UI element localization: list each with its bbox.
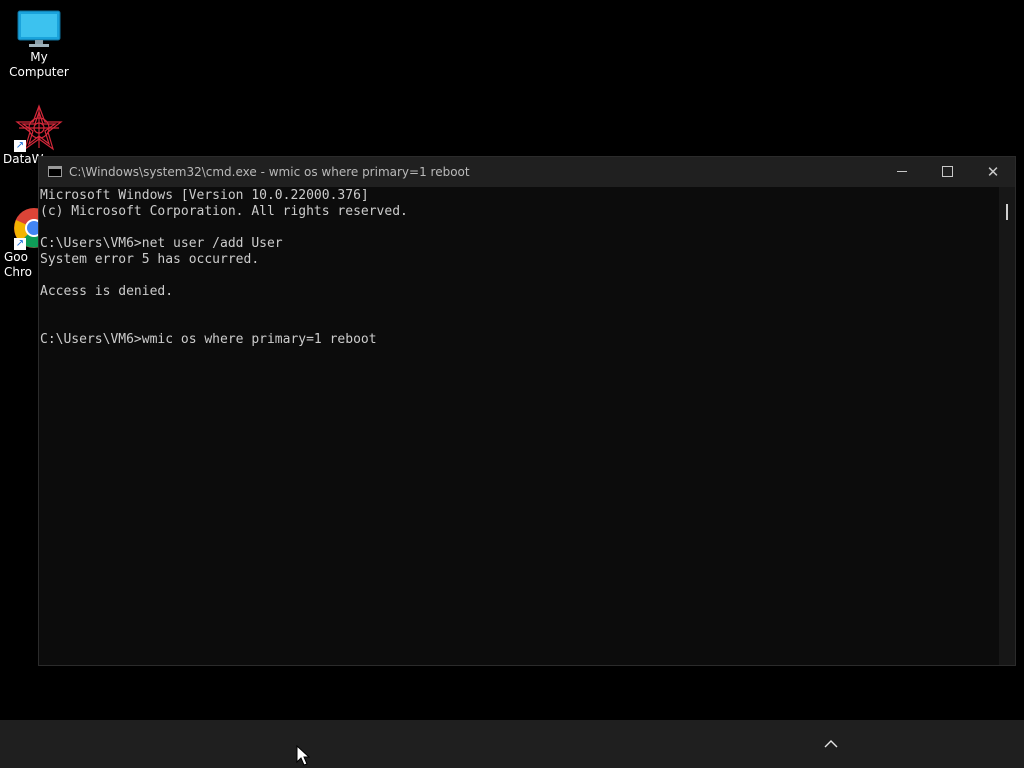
console-line: System error 5 has occurred.	[40, 252, 260, 267]
desktop-icon-my-computer[interactable]: My Computer	[0, 8, 78, 80]
console-line: Access is denied.	[40, 284, 174, 299]
console-output[interactable]: Microsoft Windows [Version 10.0.22000.37…	[39, 187, 1001, 665]
desktop-icon-label: My Computer	[9, 50, 69, 79]
mouse-cursor-icon	[296, 745, 310, 766]
taskbar	[0, 720, 1024, 768]
minimize-icon	[897, 171, 907, 172]
maximize-icon	[941, 166, 953, 177]
console-line: C:\Users\VM6>wmic os where primary=1 reb…	[40, 332, 377, 347]
shortcut-arrow-icon: ↗	[14, 238, 26, 250]
cmd-window[interactable]: C:\Windows\system32\cmd.exe - wmic os wh…	[38, 156, 1016, 666]
close-button[interactable]: ✕	[970, 157, 1016, 187]
shortcut-arrow-icon: ↗	[14, 140, 26, 152]
console-line: Microsoft Windows [Version 10.0.22000.37…	[40, 188, 369, 203]
chevron-up-icon[interactable]	[823, 736, 839, 752]
console-line: C:\Users\VM6>net user /add User	[40, 236, 283, 251]
scrollbar-thumb[interactable]	[1006, 204, 1008, 220]
close-icon: ✕	[986, 163, 1000, 181]
console-line: (c) Microsoft Corporation. All rights re…	[40, 204, 408, 219]
monitor-icon	[17, 10, 61, 47]
title-bar[interactable]: C:\Windows\system32\cmd.exe - wmic os wh…	[39, 157, 1015, 187]
window-title: C:\Windows\system32\cmd.exe - wmic os wh…	[69, 165, 470, 179]
maximize-button[interactable]	[924, 157, 970, 187]
cmd-icon	[48, 166, 62, 177]
vertical-scrollbar[interactable]	[999, 187, 1015, 665]
minimize-button[interactable]	[879, 157, 925, 187]
